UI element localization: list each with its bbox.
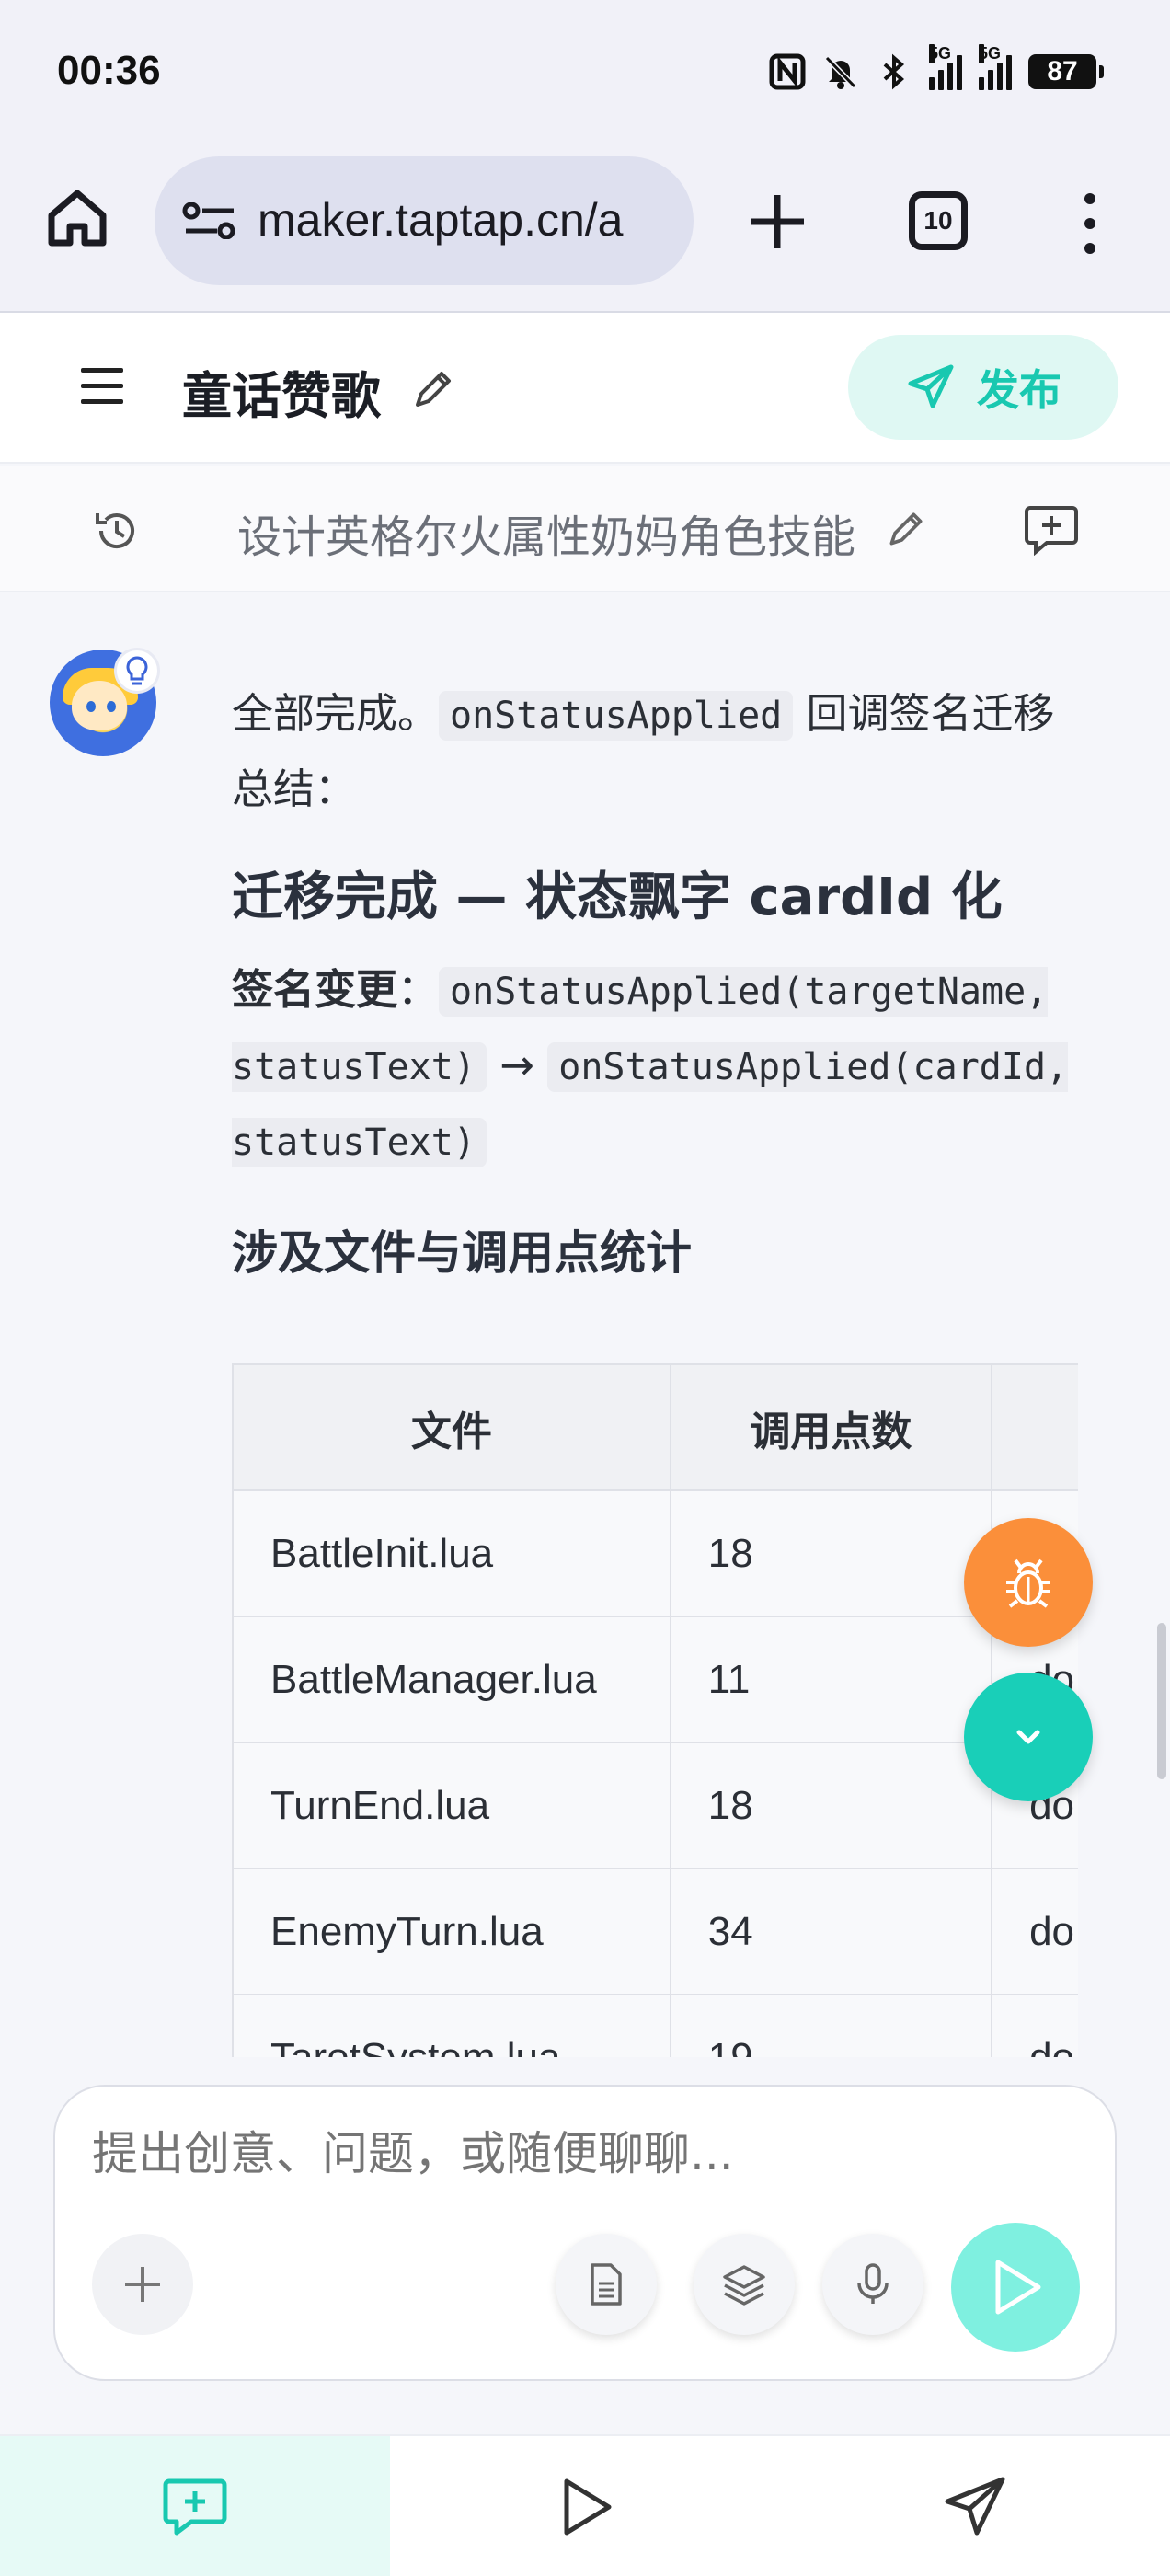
table-row: BattleManager.lua 11 do — [232, 1616, 1078, 1743]
document-button[interactable] — [556, 2234, 657, 2335]
message-input[interactable] — [92, 2127, 1067, 2180]
cell-extra: do — [991, 1868, 1078, 1995]
publish-button[interactable]: 发布 — [848, 335, 1118, 440]
stats-table: 文件 调用点数 BattleInit.lua 18 BattleManager.… — [232, 1363, 1078, 2057]
new-chat-icon[interactable] — [1023, 502, 1080, 556]
summary-heading: 迁移完成 — 状态飘字 cardId 化 — [232, 868, 1003, 927]
stats-heading: 涉及文件与调用点统计 — [232, 1226, 692, 1280]
scrollbar-thumb[interactable] — [1157, 1623, 1166, 1779]
send-button[interactable] — [951, 2223, 1080, 2352]
edit-task-icon[interactable] — [885, 508, 927, 550]
tab-switcher-button[interactable]: 10 — [909, 191, 968, 250]
cell-file: BattleInit.lua — [232, 1489, 671, 1617]
cell-file: TarotSystem.lua — [232, 1994, 671, 2057]
layers-icon — [723, 2265, 765, 2306]
chevron-down-icon — [1016, 1730, 1040, 1744]
play-icon — [564, 2478, 612, 2536]
battery-indicator: 87 — [1028, 54, 1104, 89]
play-send-icon — [995, 2260, 1041, 2315]
plus-icon — [125, 2267, 160, 2302]
intro-paragraph: 全部完成。 onStatusApplied 回调签名迁移总结： — [232, 689, 1055, 813]
url-text: maker.taptap.cn/a — [258, 194, 624, 246]
edit-title-icon[interactable] — [410, 366, 456, 412]
paper-plane-icon — [945, 2477, 1005, 2536]
nav-publish[interactable] — [780, 2436, 1170, 2576]
table-row: TarotSystem.lua 19 do — [232, 1994, 1078, 2057]
bluetooth-icon — [883, 53, 905, 90]
menu-icon[interactable] — [81, 368, 123, 408]
chat-add-icon — [163, 2478, 227, 2536]
cell-extra: do — [991, 1994, 1078, 2057]
cell-file: TurnEnd.lua — [232, 1742, 671, 1869]
task-title[interactable]: 设计英格尔火属性奶妈角色技能 — [237, 500, 855, 565]
site-settings-icon[interactable] — [182, 202, 237, 239]
address-bar[interactable]: maker.taptap.cn/a — [155, 156, 694, 285]
col-header-extra — [991, 1363, 1078, 1491]
assistant-message: 全部完成。 onStatusApplied 回调签名迁移总结： 迁移完成 — 状态… — [232, 677, 1078, 1290]
attach-button[interactable] — [92, 2234, 193, 2335]
system-icons: 5G 5G 87 — [769, 44, 1104, 90]
clock: 00:36 — [57, 48, 161, 93]
cell-signal-2-icon: 5G — [979, 44, 1012, 90]
assistant-avatar — [50, 648, 160, 756]
app-header: 童话赞歌 发布 — [0, 313, 1170, 464]
chat-content[interactable]: 全部完成。 onStatusApplied 回调签名迁移总结： 迁移完成 — 状态… — [0, 594, 1170, 2057]
col-header-file: 文件 — [232, 1363, 671, 1491]
nav-chat[interactable] — [0, 2436, 390, 2576]
new-tab-icon[interactable] — [745, 190, 809, 254]
cell-file: BattleManager.lua — [232, 1616, 671, 1743]
cell-count: 11 — [669, 1616, 993, 1743]
voice-button[interactable] — [822, 2234, 923, 2335]
layers-button[interactable] — [694, 2234, 795, 2335]
nfc-icon — [769, 53, 806, 90]
cell-count: 18 — [669, 1742, 993, 1869]
inline-code: onStatusApplied — [439, 691, 794, 741]
table-row: EnemyTurn.lua 34 do — [232, 1868, 1078, 1995]
home-icon[interactable] — [44, 184, 110, 250]
browser-toolbar: maker.taptap.cn/a 10 — [0, 147, 1170, 313]
stats-table-scroll[interactable]: 文件 调用点数 BattleInit.lua 18 BattleManager.… — [232, 1363, 1078, 2057]
cell-count: 34 — [669, 1868, 993, 1995]
microphone-icon — [857, 2263, 889, 2304]
status-bar: 00:36 5G 5G 87 — [0, 0, 1170, 147]
browser-menu-icon[interactable] — [1076, 193, 1104, 254]
signature-change: 签名变更： onStatusApplied(targetName, statusT… — [232, 953, 1078, 1179]
cell-count: 18 — [669, 1489, 993, 1617]
lightbulb-icon — [114, 648, 160, 694]
publish-label: 发布 — [977, 365, 1061, 415]
message-composer — [53, 2085, 1117, 2381]
scroll-to-bottom-button[interactable] — [964, 1673, 1093, 1801]
bottom-navigation — [0, 2434, 1170, 2576]
debug-button[interactable] — [964, 1518, 1093, 1647]
history-icon[interactable] — [92, 506, 142, 556]
paper-plane-icon — [908, 364, 954, 408]
table-row: BattleInit.lua 18 — [232, 1489, 1078, 1617]
cell-signal-1-icon: 5G — [929, 44, 962, 90]
bug-icon — [1006, 1558, 1050, 1608]
col-header-call-count: 调用点数 — [669, 1363, 993, 1491]
cell-count: 19 — [669, 1994, 993, 2057]
bell-muted-icon — [824, 55, 857, 89]
cell-file: EnemyTurn.lua — [232, 1868, 671, 1995]
nav-play[interactable] — [390, 2436, 780, 2576]
project-title: 童话赞歌 — [182, 367, 381, 425]
task-bar: 设计英格尔火属性奶妈角色技能 — [0, 466, 1170, 592]
table-row: TurnEnd.lua 18 do — [232, 1742, 1078, 1869]
table-header-row: 文件 调用点数 — [232, 1363, 1078, 1491]
document-icon — [591, 2263, 622, 2306]
